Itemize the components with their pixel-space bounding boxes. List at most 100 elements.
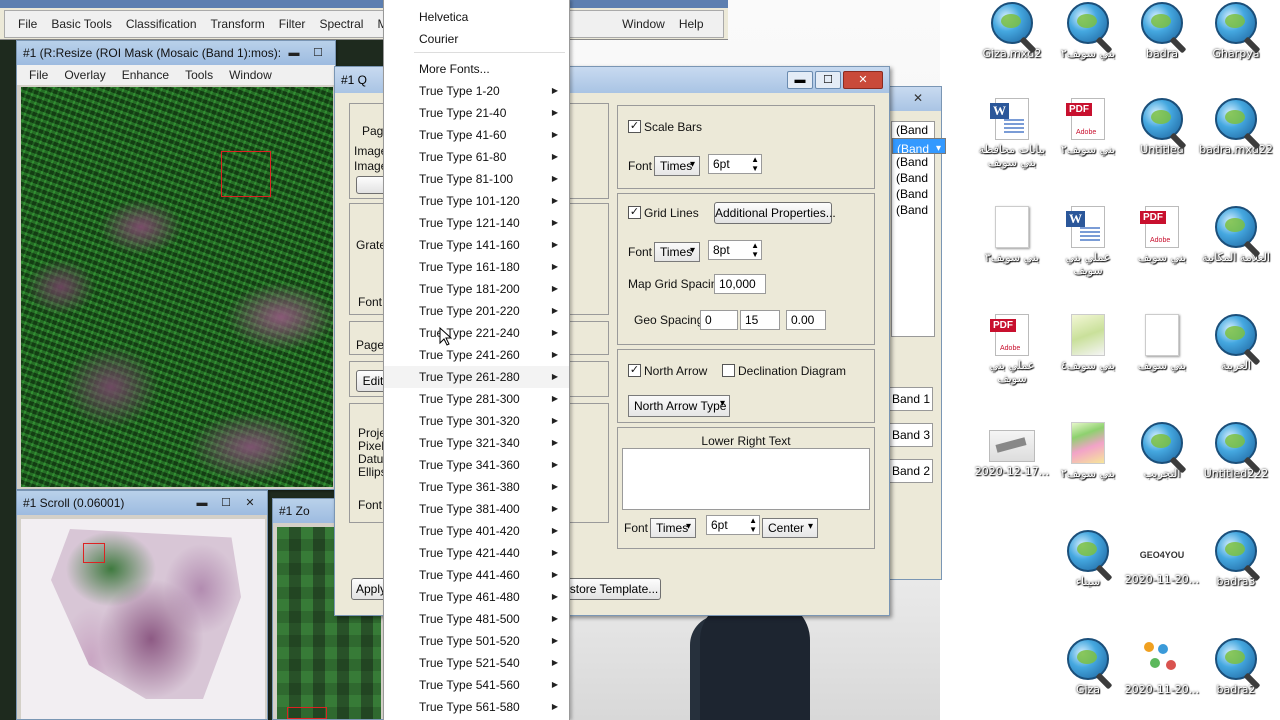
band-list-item[interactable]: (Band <box>892 170 934 186</box>
scale-size-spinner[interactable]: 6pt <box>708 154 762 174</box>
font-menu-item[interactable]: True Type 381-400 ▶ <box>384 498 569 520</box>
font-menu-item[interactable]: True Type 321-340 ▶ <box>384 432 569 454</box>
font-menu-item[interactable]: True Type 261-280 ▶ <box>384 366 569 388</box>
font-menu-item[interactable]: True Type 81-100 ▶ <box>384 168 569 190</box>
scroll-window-titlebar[interactable]: #1 Scroll (0.06001) ▬ ☐ ✕ <box>17 491 267 515</box>
desktop-icon[interactable]: PDF Adobe بني سويف <box>1124 206 1200 264</box>
font-menu-item[interactable]: True Type 561-580 ▶ <box>384 696 569 718</box>
desktop-icon[interactable]: بني سويف٢ <box>1050 2 1126 60</box>
band-slot-blue[interactable]: Band 2 <box>889 459 933 483</box>
menu-spectral[interactable]: Spectral <box>312 17 370 31</box>
desktop-icon[interactable]: PDF Adobe بني سويف٢ <box>1050 98 1126 156</box>
maximize-icon[interactable]: ☐ <box>307 45 329 61</box>
desktop-icon[interactable]: badra2 <box>1198 638 1274 696</box>
lower-right-font-select[interactable]: Times <box>650 518 696 538</box>
image-menu-file[interactable]: File <box>21 68 56 82</box>
band-list-item[interactable]: (Band <box>892 122 934 138</box>
grid-font-select[interactable]: Times <box>654 242 700 262</box>
desktop-icon[interactable]: W عملي بني سويف <box>1050 206 1126 277</box>
desktop-icon[interactable]: PDF Adobe عملي بني سويف <box>974 314 1050 385</box>
font-menu-item[interactable]: True Type 521-540 ▶ <box>384 652 569 674</box>
geo-degrees-input[interactable]: 0 <box>700 310 738 330</box>
font-menu-item[interactable]: True Type 341-360 ▶ <box>384 454 569 476</box>
font-menu-item[interactable]: True Type 101-120 ▶ <box>384 190 569 212</box>
maximize-icon[interactable]: ☐ <box>815 71 841 89</box>
desktop-icon[interactable]: badra3 <box>1198 530 1274 588</box>
geo-minutes-input[interactable]: 15 <box>740 310 780 330</box>
desktop-icon[interactable]: badra <box>1124 2 1200 60</box>
desktop-icon[interactable]: GEO4YOU 2020-11-20... <box>1124 530 1200 586</box>
font-menu-item[interactable]: True Type 1-20 ▶ <box>384 80 569 102</box>
map-grid-spacing-input[interactable]: 10,000 <box>714 274 766 294</box>
desktop-icon[interactable]: Giza <box>1050 638 1126 696</box>
restore-template-button[interactable]: store Template... <box>567 578 661 600</box>
minimize-icon[interactable]: ▬ <box>191 495 213 511</box>
font-menu-item[interactable]: True Type 21-40 ▶ <box>384 102 569 124</box>
image-menu-tools[interactable]: Tools <box>177 68 221 82</box>
band-slot-red[interactable]: Band 1 <box>889 387 933 411</box>
desktop-icon[interactable]: بني سويف <box>1124 314 1200 372</box>
minimize-icon[interactable]: ▬ <box>283 45 305 61</box>
band-list-item[interactable]: (Band <box>892 154 934 170</box>
grid-lines-checkbox[interactable]: ✓ <box>628 206 641 219</box>
band-list-item[interactable]: (Band <box>892 202 934 218</box>
declination-checkbox[interactable] <box>722 364 735 377</box>
roi-box[interactable] <box>221 151 271 197</box>
image-menu-overlay[interactable]: Overlay <box>56 68 113 82</box>
menu-window[interactable]: Window <box>615 17 672 31</box>
font-menu-item[interactable]: True Type 41-60 ▶ <box>384 124 569 146</box>
desktop-icon[interactable]: Giza.mxd2 <box>974 2 1050 60</box>
menu-transform[interactable]: Transform <box>204 17 272 31</box>
menu-filter[interactable]: Filter <box>272 17 313 31</box>
close-icon[interactable]: ✕ <box>239 495 261 511</box>
zoom-roi-box[interactable] <box>287 707 327 719</box>
font-menu-item[interactable]: True Type 141-160 ▶ <box>384 234 569 256</box>
font-menu-item[interactable]: Courier <box>384 28 569 50</box>
desktop-icon[interactable]: badra.mxd22 <box>1198 98 1274 156</box>
scale-bars-checkbox[interactable]: ✓ <box>628 120 641 133</box>
desktop-icon[interactable]: بني سويف٢ <box>1050 422 1126 480</box>
band-slot-green[interactable]: Band 3 <box>889 423 933 447</box>
font-menu-item[interactable]: True Type 281-300 ▶ <box>384 388 569 410</box>
lower-right-textarea[interactable] <box>622 448 870 510</box>
font-menu-item[interactable]: True Type 441-460 ▶ <box>384 564 569 586</box>
maximize-icon[interactable]: ☐ <box>215 495 237 511</box>
close-icon[interactable]: ✕ <box>913 91 923 105</box>
menu-classification[interactable]: Classification <box>119 17 204 31</box>
font-menu-item[interactable]: True Type 301-320 ▶ <box>384 410 569 432</box>
satellite-image[interactable] <box>21 87 333 487</box>
font-menu-item[interactable]: True Type 361-380 ▶ <box>384 476 569 498</box>
menu-file[interactable]: File <box>11 17 44 31</box>
scroll-image[interactable] <box>21 519 265 719</box>
font-menu-item[interactable]: Helvetica <box>384 6 569 28</box>
geo-seconds-input[interactable]: 0.00 <box>786 310 826 330</box>
font-menu-item[interactable]: True Type 501-520 ▶ <box>384 630 569 652</box>
minimize-icon[interactable]: ▬ <box>787 71 813 89</box>
desktop-icon[interactable]: الغربية <box>1198 314 1274 372</box>
band-dialog-titlebar[interactable] <box>881 87 941 111</box>
image-menu-enhance[interactable]: Enhance <box>114 68 177 82</box>
desktop-icon[interactable]: بني سويف٤ <box>1050 314 1126 372</box>
band-list-item[interactable]: (Band <box>892 138 947 154</box>
scale-font-select[interactable]: Times <box>654 156 700 176</box>
desktop-icon[interactable]: 2020-12-17... <box>974 422 1050 478</box>
desktop-icon[interactable]: Untitled222 <box>1198 422 1274 480</box>
font-menu-item[interactable]: True Type 541-560 ▶ <box>384 674 569 696</box>
additional-properties-button[interactable]: Additional Properties... <box>714 202 836 224</box>
font-menu-item[interactable]: True Type 401-420 ▶ <box>384 520 569 542</box>
scroll-roi-box[interactable] <box>83 543 105 563</box>
desktop-icon[interactable]: العلامة المكانية <box>1198 206 1274 264</box>
lower-right-size-spinner[interactable]: 6pt <box>706 515 760 535</box>
north-arrow-checkbox[interactable]: ✓ <box>628 364 641 377</box>
font-menu-item[interactable]: More Fonts... <box>384 58 569 80</box>
font-menu-item[interactable]: True Type 461-480 ▶ <box>384 586 569 608</box>
close-icon[interactable]: ✕ <box>843 71 883 89</box>
font-menu-item[interactable]: True Type 161-180 ▶ <box>384 256 569 278</box>
grid-size-spinner[interactable]: 8pt <box>708 240 762 260</box>
desktop-icon[interactable]: 2020-11-20... <box>1124 638 1200 696</box>
font-menu-item[interactable]: True Type 241-260 ▶ <box>384 344 569 366</box>
desktop-icon[interactable]: التجريب <box>1124 422 1200 480</box>
desktop-icon[interactable]: سيناء <box>1050 530 1126 588</box>
desktop-icon[interactable]: Gharpya <box>1198 2 1274 60</box>
font-menu-item[interactable]: True Type 121-140 ▶ <box>384 212 569 234</box>
